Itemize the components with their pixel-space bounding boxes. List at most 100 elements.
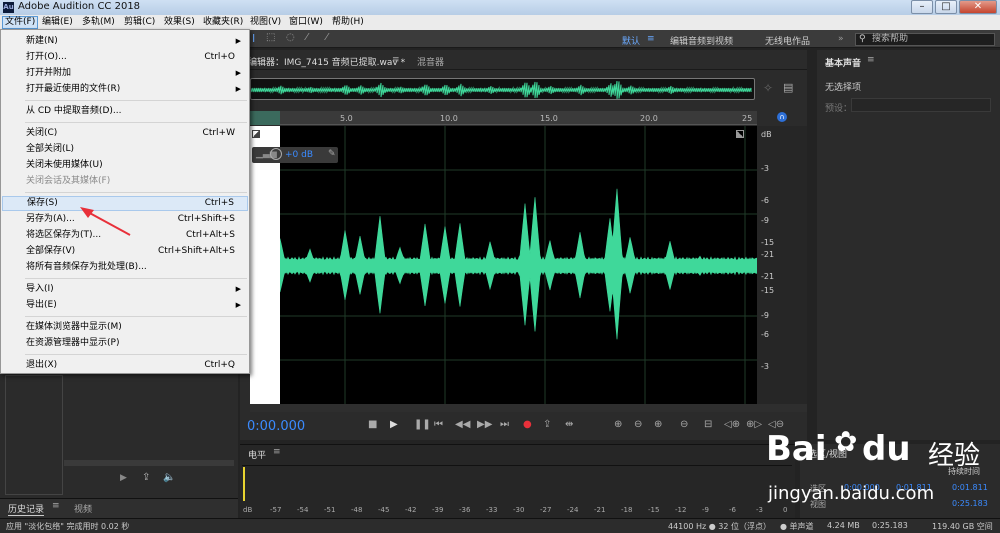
menu-favorites[interactable]: 收藏夹(R) <box>201 16 245 29</box>
zoom-in-amplitude-icon[interactable]: ⊕ <box>614 419 622 430</box>
essential-sound-menu-icon[interactable]: ≡ <box>867 55 875 65</box>
stop-icon[interactable]: ■ <box>368 419 377 430</box>
db-label: -9 <box>761 311 769 320</box>
menu-effects[interactable]: 效果(S) <box>162 16 197 29</box>
meter-scale-label: -12 <box>675 506 687 514</box>
view-duration[interactable]: 0:25.183 <box>952 499 988 508</box>
file-menu-item[interactable]: 关闭(C) Ctrl+W <box>2 126 248 141</box>
file-menu-item[interactable]: 导入(I) ▶ <box>2 282 248 297</box>
menu-item-shortcut: Ctrl+Shift+Alt+S <box>158 246 235 256</box>
scrollbar[interactable] <box>64 460 234 466</box>
minimize-button[interactable]: – <box>911 0 933 14</box>
file-menu-item[interactable]: 将所有音频保存为批处理(B)... <box>2 260 248 275</box>
go-to-start-icon[interactable]: ⏮ <box>434 419 443 430</box>
menu-file[interactable]: 文件(F) <box>2 16 39 29</box>
headphones-icon[interactable]: ∩ <box>777 112 787 122</box>
watermark-brand: Bai <box>766 429 827 469</box>
selection-duration[interactable]: 0:01.811 <box>952 483 988 492</box>
go-to-end-icon[interactable]: ⏭ <box>500 419 509 430</box>
play-preview-icon[interactable]: ▶ <box>120 473 127 483</box>
menu-multitrack[interactable]: 多轨(M) <box>80 16 117 29</box>
menu-view[interactable]: 视图(V) <box>248 16 283 29</box>
hud-gain[interactable]: ▁▃▅ +0 dB ✎ <box>252 147 338 163</box>
zoom-out-amplitude-icon[interactable]: ⊖ <box>634 419 642 430</box>
waveform-overview[interactable] <box>250 78 755 100</box>
file-menu-item[interactable]: 打开并附加 ▶ <box>2 66 248 81</box>
workspace-default[interactable]: 默认 <box>622 34 640 47</box>
close-button[interactable]: ✕ <box>959 0 997 14</box>
file-menu-item[interactable]: 在资源管理器中显示(P) <box>2 336 248 351</box>
preset-dropdown[interactable] <box>851 98 991 112</box>
zoom-in-time-icon[interactable]: ⊕ <box>654 419 662 430</box>
current-time[interactable]: 0:00.000 <box>247 419 305 434</box>
menu-clip[interactable]: 剪辑(C) <box>122 16 157 29</box>
fade-in-handle-icon[interactable] <box>252 130 260 138</box>
submenu-arrow-icon: ▶ <box>235 285 241 293</box>
zoom-out-time-icon[interactable]: ⊖ <box>680 419 688 430</box>
workspace-overflow-icon[interactable]: » <box>838 34 844 44</box>
watermark-url: jingyan.baidu.com <box>768 483 935 504</box>
db-label: -21 <box>761 250 775 259</box>
horizontal-scrollbar[interactable] <box>250 404 807 412</box>
maximize-button[interactable]: □ <box>935 0 957 14</box>
brush-tool-icon[interactable]: ⁄ <box>306 32 308 43</box>
file-menu-item[interactable]: 导出(E) ▶ <box>2 298 248 313</box>
tab-video[interactable]: 视频 <box>74 502 92 515</box>
zoom-in-point-icon[interactable]: ◁⊕ <box>724 419 740 430</box>
history-menu-icon[interactable]: ≡ <box>52 501 60 511</box>
file-menu-item[interactable]: 打开(O)... Ctrl+O <box>2 50 248 65</box>
volume-icon[interactable]: 🔈 <box>163 472 175 483</box>
file-menu-item[interactable]: 全部保存(V) Ctrl+Shift+Alt+S <box>2 244 248 259</box>
gain-knob-icon[interactable] <box>270 148 282 160</box>
workspace-radio[interactable]: 无线电作品 <box>765 34 810 47</box>
file-menu-item[interactable]: 在媒体浏览器中显示(M) <box>2 320 248 335</box>
menu-help[interactable]: 帮助(H) <box>330 16 366 29</box>
file-menu-item[interactable]: 退出(X) Ctrl+Q <box>2 358 248 373</box>
file-menu-item[interactable]: 全部关闭(L) <box>2 142 248 157</box>
tab-history[interactable]: 历史记录 <box>8 502 45 516</box>
search-help-input[interactable]: ⚲ 搜索帮助 <box>855 33 995 46</box>
export-icon[interactable]: ⇪ <box>142 472 150 483</box>
file-menu-item[interactable]: 新建(N) ▶ <box>2 34 248 49</box>
overview-menu-icon[interactable]: ▤ <box>783 81 793 94</box>
tab-editor[interactable]: 编辑器：IMG_7415 音频已提取.wav * <box>248 55 405 68</box>
status-free-space: 119.40 GB 空间 <box>932 522 993 531</box>
menu-window[interactable]: 窗口(W) <box>287 16 325 29</box>
file-menu-item[interactable]: 关闭会话及其媒体(F) <box>2 174 248 189</box>
zoom-anchor-icon[interactable]: ✧ <box>763 81 773 95</box>
zoom-selection-icon[interactable]: ⊕▷ <box>746 419 762 430</box>
lasso-tool-icon[interactable]: ◌ <box>286 32 295 43</box>
play-icon[interactable]: ▶ <box>390 419 398 430</box>
tab-mixer[interactable]: 混音器 <box>417 55 444 68</box>
marquee-tool-icon[interactable]: ⬚ <box>266 32 275 43</box>
fade-out-handle-icon[interactable] <box>736 130 744 138</box>
zoom-out-full-icon[interactable]: ⊟ <box>704 419 712 430</box>
pause-icon[interactable]: ❚❚ <box>414 419 431 430</box>
meter-scale-label: -42 <box>405 506 417 514</box>
workspace-edit-video[interactable]: 编辑音频到视频 <box>670 34 733 47</box>
spot-healing-icon[interactable]: ⁄ <box>326 32 328 43</box>
white-selection-region <box>250 126 280 404</box>
meter-menu-icon[interactable]: ≡ <box>273 447 281 457</box>
ruler-tick: 20.0 <box>640 114 658 123</box>
file-menu-item[interactable]: 从 CD 中提取音频(D)... <box>2 104 248 119</box>
file-menu-item[interactable]: 打开最近使用的文件(R) ▶ <box>2 82 248 97</box>
title-bar: Au Adobe Audition CC 2018 – □ ✕ <box>0 0 1000 15</box>
skip-selection-icon[interactable]: ⇹ <box>565 419 573 430</box>
menu-edit[interactable]: 编辑(E) <box>40 16 75 29</box>
record-icon[interactable]: ● <box>523 419 532 430</box>
loop-icon[interactable]: ⇪ <box>543 419 551 430</box>
workspace-menu-icon[interactable]: ≡ <box>647 34 655 44</box>
file-menu-item[interactable]: 关闭未使用媒体(U) <box>2 158 248 173</box>
waveform-display[interactable] <box>249 126 758 404</box>
status-message: 应用 "淡化包络" 完成用时 0.02 秒 <box>6 522 130 531</box>
menu-item-label: 关闭会话及其媒体(F) <box>26 176 111 186</box>
fast-forward-icon[interactable]: ▶▶ <box>477 419 492 430</box>
db-label: dB <box>761 130 772 139</box>
editor-menu-icon[interactable]: ≡ <box>392 55 400 65</box>
rewind-icon[interactable]: ◀◀ <box>455 419 470 430</box>
pin-icon[interactable]: ✎ <box>328 149 336 159</box>
time-selection-tool-icon[interactable]: I <box>252 32 255 45</box>
gain-value[interactable]: +0 dB <box>285 150 313 160</box>
time-ruler[interactable]: hms 5.0 10.0 15.0 20.0 25 <box>250 111 757 125</box>
